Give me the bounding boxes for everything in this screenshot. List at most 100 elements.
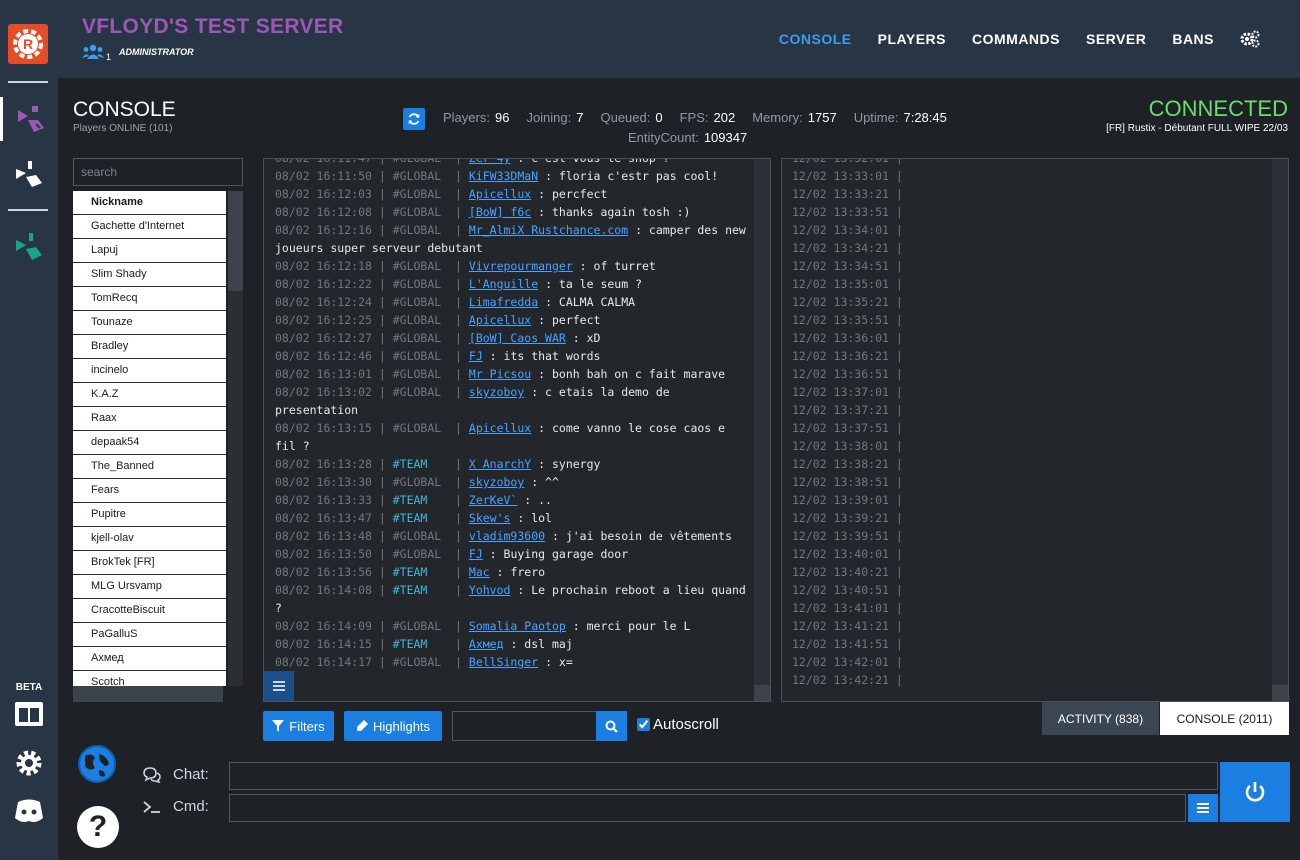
log-channel: #GLOBAL xyxy=(392,187,442,201)
player-row[interactable]: TomRecq xyxy=(73,287,226,311)
log-player-link[interactable]: Mr Picsou xyxy=(469,367,531,381)
player-list-hscrollbar[interactable] xyxy=(73,686,223,702)
player-search-input[interactable] xyxy=(73,158,243,186)
player-row[interactable]: Bradley xyxy=(73,335,226,359)
log-player-link[interactable]: Apicellux xyxy=(469,187,531,201)
nav-bans[interactable]: BANS xyxy=(1172,31,1214,47)
log-search-input[interactable] xyxy=(452,711,597,741)
log-player-link[interactable]: X AnarchY xyxy=(469,457,531,471)
console-log-scrollbar[interactable] xyxy=(754,159,770,701)
player-row[interactable]: Lapuj xyxy=(73,239,226,263)
rail-server-teal[interactable] xyxy=(0,225,58,269)
player-row[interactable]: CracotteBiscuit xyxy=(73,599,226,623)
player-row[interactable]: The_Banned xyxy=(73,455,226,479)
player-list-header[interactable]: Nickname xyxy=(73,191,226,215)
log-player-link[interactable]: Limafredda xyxy=(469,295,538,309)
chat-icon xyxy=(143,766,161,783)
rail-server-white[interactable] xyxy=(0,152,58,196)
log-player-link[interactable]: FJ xyxy=(469,349,483,363)
log-line: 08/02 16:13:01 | #GLOBAL | Mr Picsou : b… xyxy=(275,367,726,381)
player-row[interactable]: Fears xyxy=(73,479,226,503)
activity-log-scrollbar[interactable] xyxy=(1272,159,1288,701)
filters-button[interactable]: Filters xyxy=(263,711,334,741)
nav-players[interactable]: PLAYERS xyxy=(878,31,946,47)
log-line: 08/02 16:11:47 | #GLOBAL | Zer'4y : c'es… xyxy=(275,158,750,167)
player-row[interactable]: kjell-olav xyxy=(73,527,226,551)
log-player-link[interactable]: [BoW] f6c xyxy=(469,205,531,219)
log-player-link[interactable]: Somalia Paotop xyxy=(469,619,566,633)
rail-discord-button[interactable] xyxy=(0,789,58,833)
player-list-scrollbar[interactable] xyxy=(228,191,243,686)
log-player-link[interactable]: skyzoboy xyxy=(469,475,524,489)
log-player-link[interactable]: Yohvod xyxy=(469,583,511,597)
log-player-link[interactable]: vladim93600 xyxy=(469,529,545,543)
nav-commands[interactable]: COMMANDS xyxy=(972,31,1060,47)
activity-timestamp: 12/02 13:42:01 xyxy=(792,655,889,669)
log-player-link[interactable]: Zer'4y xyxy=(469,159,511,165)
log-player-link[interactable]: L'Anguille xyxy=(469,277,538,291)
activity-log[interactable]: 12/02 13:32:01 | 12/02 13:33:01 | 12/02 13… xyxy=(781,158,1289,702)
player-row[interactable]: Gachette d'Internet xyxy=(73,215,226,239)
cmd-menu-button[interactable] xyxy=(1188,794,1218,822)
log-player-link[interactable]: skyzoboy xyxy=(469,385,524,399)
rail-settings-button[interactable] xyxy=(0,741,58,785)
tab-activity[interactable]: ACTIVITY (838) xyxy=(1042,702,1159,735)
log-timestamp: 08/02 16:14:09 xyxy=(275,619,372,633)
log-player-link[interactable]: Apicellux xyxy=(469,313,531,327)
cogs-icon[interactable] xyxy=(1240,30,1260,48)
activity-timestamp: 12/02 13:33:01 xyxy=(792,169,889,183)
player-row[interactable]: incinelo xyxy=(73,359,226,383)
log-player-link[interactable]: Mr_AlmiX Rustchance.com xyxy=(469,223,628,237)
player-row[interactable]: MLG Ursvamp xyxy=(73,575,226,599)
nav-console[interactable]: CONSOLE xyxy=(779,31,852,47)
log-timestamp: 08/02 16:12:46 xyxy=(275,349,372,363)
log-channel: #TEAM xyxy=(392,583,428,597)
player-row[interactable]: Ахмед xyxy=(73,647,226,671)
player-row[interactable]: BrokTek [FR] xyxy=(73,551,226,575)
rustadmin-logo[interactable]: R xyxy=(8,24,48,64)
rail-server-purple[interactable] xyxy=(0,97,58,141)
chat-input[interactable] xyxy=(229,762,1218,790)
player-row[interactable]: Slim Shady xyxy=(73,263,226,287)
log-player-link[interactable]: Skew's xyxy=(469,511,511,525)
log-player-link[interactable]: Ахмед xyxy=(469,637,504,651)
log-player-link[interactable]: ZerKeV` xyxy=(469,493,517,507)
player-row[interactable]: Scotch xyxy=(73,671,226,686)
help-button[interactable]: ? xyxy=(77,806,119,848)
player-row[interactable]: depaak54 xyxy=(73,431,226,455)
player-row[interactable]: K.A.Z xyxy=(73,383,226,407)
log-message: : c'est vous le shop ? xyxy=(510,158,670,165)
globe-button[interactable] xyxy=(77,744,117,784)
log-menu-button[interactable] xyxy=(264,671,294,701)
tab-console[interactable]: CONSOLE (2011) xyxy=(1160,702,1289,735)
activity-timestamp: 12/02 13:38:51 xyxy=(792,475,889,489)
power-button[interactable] xyxy=(1220,762,1290,822)
log-player-link[interactable]: Mac xyxy=(469,565,490,579)
player-row[interactable]: PaGalluS xyxy=(73,623,226,647)
autoscroll-checkbox[interactable] xyxy=(637,718,650,731)
nav-server[interactable]: SERVER xyxy=(1086,31,1146,47)
rail-divider xyxy=(8,81,48,83)
player-row[interactable]: Tounaze xyxy=(73,311,226,335)
console-log[interactable]: 08/02 16:11:47 | #GLOBAL | Zer'4y : c'es… xyxy=(263,158,771,702)
log-channel: #GLOBAL xyxy=(392,169,442,183)
player-row[interactable]: Pupitre xyxy=(73,503,226,527)
activity-timestamp: 12/02 13:37:01 xyxy=(792,385,889,399)
autoscroll-toggle[interactable]: Autoscroll xyxy=(637,716,719,733)
log-player-link[interactable]: Vivrepourmanger xyxy=(469,259,573,273)
rail-layout-button[interactable] xyxy=(0,692,58,736)
activity-line: 12/02 13:41:51 | xyxy=(792,637,903,651)
cmd-input[interactable] xyxy=(229,794,1186,822)
refresh-button[interactable] xyxy=(403,108,425,130)
highlights-button[interactable]: Highlights xyxy=(344,711,442,741)
log-player-link[interactable]: KiFW33DMaN xyxy=(469,169,538,183)
log-player-link[interactable]: BellSinger xyxy=(469,655,538,669)
log-search-button[interactable] xyxy=(596,711,627,741)
log-player-link[interactable]: [BoW] Caos WAR xyxy=(469,331,566,345)
log-timestamp: 08/02 16:13:33 xyxy=(275,493,372,507)
log-player-link[interactable]: Apicellux xyxy=(469,421,531,435)
player-row[interactable]: Raax xyxy=(73,407,226,431)
rust-server-icon xyxy=(16,233,42,260)
log-player-link[interactable]: FJ xyxy=(469,547,483,561)
scrollbar-thumb[interactable] xyxy=(228,191,243,291)
